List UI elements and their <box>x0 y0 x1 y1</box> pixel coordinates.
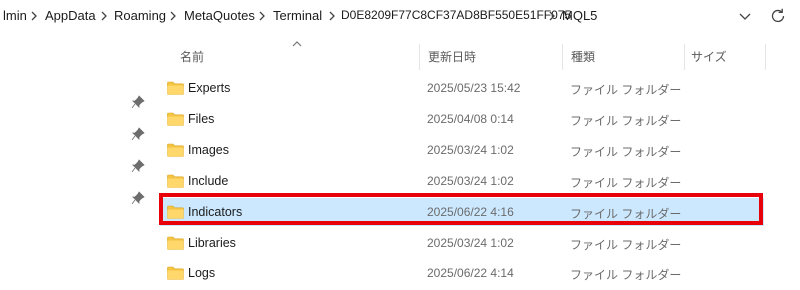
breadcrumb-item[interactable]: MetaQuotes <box>184 8 255 23</box>
breadcrumb-item[interactable]: MQL5 <box>562 8 597 23</box>
column-divider[interactable] <box>419 44 420 70</box>
file-row-images[interactable]: Images 2025/03/24 1:02 ファイル フォルダー <box>160 136 764 164</box>
folder-icon <box>167 81 184 95</box>
file-name: Experts <box>188 81 231 95</box>
folder-icon <box>167 174 184 188</box>
file-date: 2025/06/22 4:14 <box>427 266 514 280</box>
folder-icon <box>167 112 184 126</box>
column-header-type[interactable]: 種類 <box>571 48 595 65</box>
file-row-logs[interactable]: Logs 2025/06/22 4:14 ファイル フォルダー <box>160 259 764 287</box>
file-row-files[interactable]: Files 2025/04/08 0:14 ファイル フォルダー <box>160 105 764 133</box>
file-type: ファイル フォルダー <box>570 145 682 159</box>
file-type: ファイル フォルダー <box>570 176 682 190</box>
file-name: Libraries <box>188 236 236 250</box>
refresh-icon[interactable] <box>768 6 788 26</box>
file-date: 2025/05/23 15:42 <box>427 81 521 95</box>
file-row-experts[interactable]: Experts 2025/05/23 15:42 ファイル フォルダー <box>160 74 764 102</box>
file-name: Include <box>188 174 229 188</box>
chevron-right-icon <box>170 11 176 21</box>
pin-icon[interactable] <box>131 95 145 109</box>
breadcrumb-item[interactable]: AppData <box>45 8 96 23</box>
chevron-right-icon <box>329 11 335 21</box>
chevron-right-icon <box>101 11 107 21</box>
column-header-date[interactable]: 更新日時 <box>428 48 476 65</box>
pin-icon[interactable] <box>131 159 145 173</box>
file-type: ファイル フォルダー <box>570 238 682 252</box>
file-date: 2025/03/24 1:02 <box>427 236 514 250</box>
file-row-libraries[interactable]: Libraries 2025/03/24 1:02 ファイル フォルダー <box>160 229 764 257</box>
breadcrumb-item[interactable]: Roaming <box>114 8 166 23</box>
chevron-right-icon <box>549 11 555 21</box>
pin-icon[interactable] <box>131 127 145 141</box>
column-header-row: 名前 更新日時 種類 サイズ <box>0 40 800 72</box>
pin-icon[interactable] <box>131 191 145 205</box>
chevron-right-icon <box>31 11 37 21</box>
file-date: 2025/04/08 0:14 <box>427 112 514 126</box>
chevron-right-icon <box>259 11 265 21</box>
file-date: 2025/03/24 1:02 <box>427 143 514 157</box>
file-type: ファイル フォルダー <box>570 83 682 97</box>
folder-icon <box>167 236 184 250</box>
file-name: Logs <box>188 266 216 280</box>
file-row-include[interactable]: Include 2025/03/24 1:02 ファイル フォルダー <box>160 167 764 195</box>
address-bar: lmin AppData Roaming MetaQuotes Terminal… <box>0 0 800 34</box>
file-name: Files <box>188 112 215 126</box>
sort-ascending-icon <box>292 41 302 47</box>
chevron-down-icon[interactable] <box>736 6 754 26</box>
highlight-annotation <box>159 193 763 225</box>
file-date: 2025/03/24 1:02 <box>427 174 514 188</box>
column-header-name[interactable]: 名前 <box>180 48 204 65</box>
file-type: ファイル フォルダー <box>570 114 682 128</box>
column-divider[interactable] <box>765 44 766 70</box>
column-divider[interactable] <box>684 44 685 70</box>
breadcrumb-item[interactable]: D0E8209F77C8CF37AD8BF550E51FF075 <box>341 8 571 22</box>
breadcrumb-item[interactable]: lmin <box>3 8 27 23</box>
breadcrumb-item[interactable]: Terminal <box>273 8 322 23</box>
file-name: Images <box>188 143 229 157</box>
column-header-size[interactable]: サイズ <box>691 48 727 65</box>
folder-icon <box>167 143 184 157</box>
file-type: ファイル フォルダー <box>570 268 682 282</box>
folder-icon <box>167 266 184 280</box>
column-divider[interactable] <box>562 44 563 70</box>
